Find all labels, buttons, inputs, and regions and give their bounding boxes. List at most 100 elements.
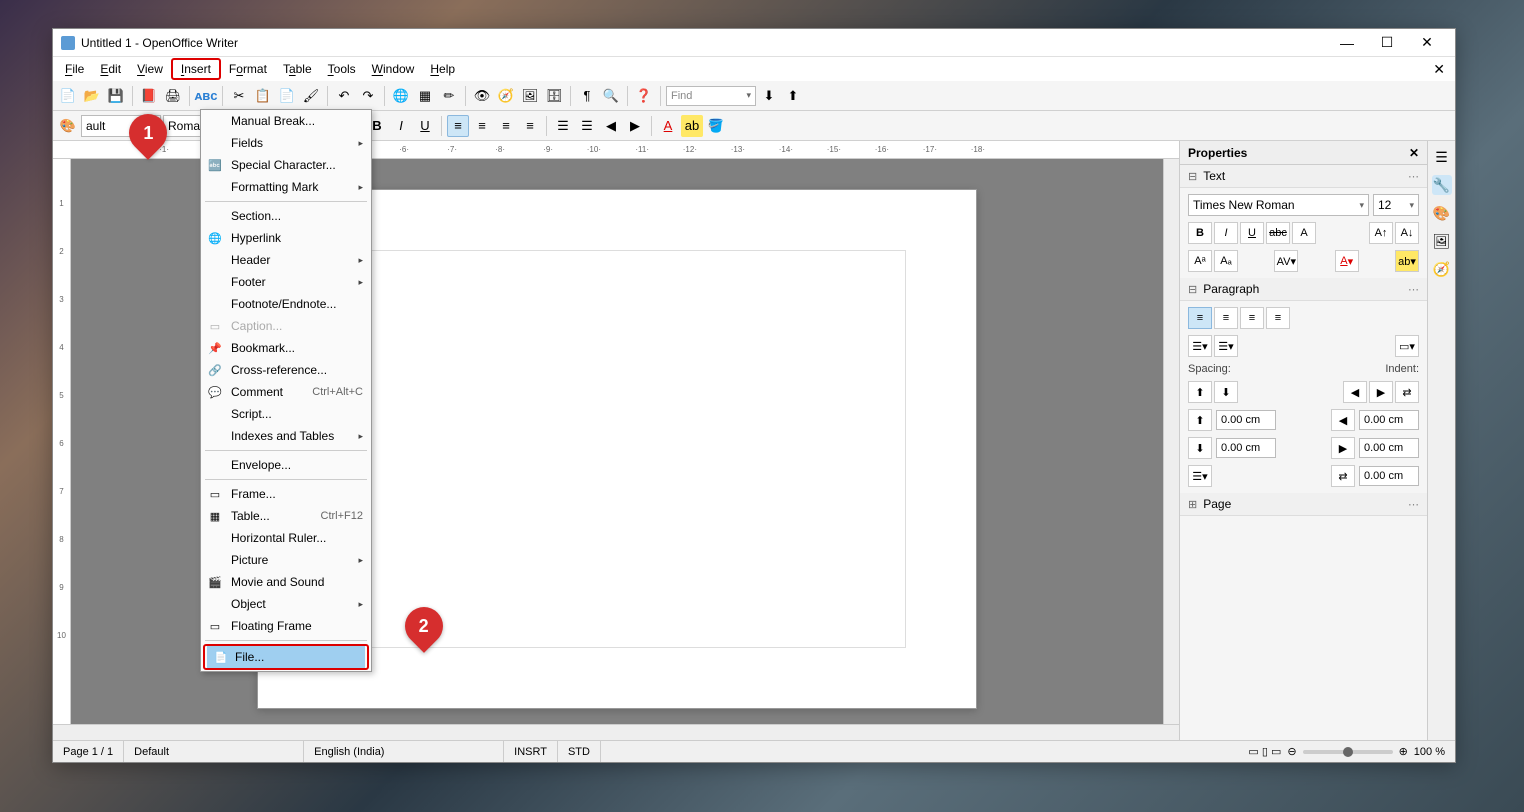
sidebar-align-center-button[interactable]: ≡ [1214,307,1238,329]
menu-footer[interactable]: Footer▸ [201,271,371,293]
menu-table[interactable]: Table [275,60,320,78]
numbered-list-button[interactable]: ☰ [552,115,574,137]
sidebar-bgcolor-button[interactable]: ▭▾ [1395,335,1419,357]
styles-tab-icon[interactable]: 🎨 [1432,203,1452,223]
find-next-button[interactable]: ⬇ [758,85,780,107]
menu-crossref[interactable]: 🔗Cross-reference... [201,359,371,381]
sidebar-font-name[interactable]: Times New Roman [1188,194,1369,216]
spacing-above-input[interactable] [1216,410,1276,430]
menu-floating-frame[interactable]: ▭Floating Frame [201,615,371,637]
menu-script[interactable]: Script... [201,403,371,425]
menu-footnote[interactable]: Footnote/Endnote... [201,293,371,315]
more-options-icon[interactable]: ⋯ [1408,498,1419,511]
nonprinting-button[interactable]: ¶ [576,85,598,107]
sidebar-superscript-button[interactable]: Aᵃ [1188,250,1212,272]
status-style[interactable]: Default [124,741,304,762]
spellcheck-button[interactable]: ᴀʙᴄ [195,85,217,107]
menu-table[interactable]: ▦Table...Ctrl+F12 [201,505,371,527]
indent-left-input[interactable] [1359,410,1419,430]
hyperlink-button[interactable]: 🌐 [390,85,412,107]
menu-view[interactable]: View [129,60,171,78]
line-spacing-button[interactable]: ☰▾ [1188,465,1212,487]
sidebar-numbers-button[interactable]: ☰▾ [1214,335,1238,357]
sidebar-highlight-button[interactable]: ab▾ [1395,250,1419,272]
menu-special-character[interactable]: 🔤Special Character... [201,154,371,176]
indent-hanging-button[interactable]: ⇄ [1395,381,1419,403]
navigator-tab-icon[interactable]: 🧭 [1432,259,1452,279]
menu-picture[interactable]: Picture▸ [201,549,371,571]
align-left-button[interactable]: ≡ [447,115,469,137]
menu-edit[interactable]: Edit [92,60,129,78]
close-document-button[interactable]: ✕ [1427,61,1451,78]
sidebar-align-justify-button[interactable]: ≡ [1266,307,1290,329]
menu-section[interactable]: Section... [201,205,371,227]
properties-tab-icon[interactable]: 🔧 [1432,175,1452,195]
minimize-button[interactable]: — [1327,31,1367,55]
status-language[interactable]: English (India) [304,741,504,762]
copy-button[interactable]: 📋 [252,85,274,107]
menu-bookmark[interactable]: 📌Bookmark... [201,337,371,359]
sidebar-shadow-button[interactable]: A [1292,222,1316,244]
find-prev-button[interactable]: ⬆ [782,85,804,107]
status-insert[interactable]: INSRT [504,741,558,762]
sidebar-charspacing-button[interactable]: AV▾ [1274,250,1298,272]
section-paragraph-header[interactable]: Paragraph ⋯ [1180,278,1427,301]
sidebar-align-right-button[interactable]: ≡ [1240,307,1264,329]
sidebar-font-size[interactable]: 12 [1373,194,1419,216]
sidebar-strike-button[interactable]: abc [1266,222,1290,244]
highlight-button[interactable]: ab [681,115,703,137]
sidebar-subscript-button[interactable]: Aₐ [1214,250,1238,272]
find-input[interactable]: Find [666,86,756,106]
horizontal-scrollbar[interactable] [53,724,1179,740]
align-center-button[interactable]: ≡ [471,115,493,137]
help-icon[interactable]: ❓ [633,85,655,107]
paste-button[interactable]: 📄 [276,85,298,107]
sidebar-bullets-button[interactable]: ☰▾ [1188,335,1212,357]
more-options-icon[interactable]: ⋯ [1408,170,1419,183]
text-area[interactable] [328,250,906,648]
status-selection[interactable]: STD [558,741,601,762]
sidebar-fontcolor-button[interactable]: A▾ [1335,250,1359,272]
zoom-percent[interactable]: 100 % [1414,746,1445,758]
view-layout-icons[interactable]: ▭ ▯ ▭ [1248,745,1281,758]
navigator-button[interactable]: 🧭 [495,85,517,107]
sidebar-italic-button[interactable]: I [1214,222,1238,244]
menu-envelope[interactable]: Envelope... [201,454,371,476]
drawing-button[interactable]: ✏ [438,85,460,107]
zoom-out-button[interactable]: ⊖ [1287,745,1296,758]
sidebar-bold-button[interactable]: B [1188,222,1212,244]
underline-button[interactable]: U [414,115,436,137]
indent-first-input[interactable] [1359,466,1419,486]
align-justify-button[interactable]: ≡ [519,115,541,137]
maximize-button[interactable]: ☐ [1367,31,1407,55]
align-right-button[interactable]: ≡ [495,115,517,137]
menu-header[interactable]: Header▸ [201,249,371,271]
menu-manual-break[interactable]: Manual Break... [201,110,371,132]
save-button[interactable]: 💾 [105,85,127,107]
spacing-decrease-button[interactable]: ⬇ [1214,381,1238,403]
close-button[interactable]: ✕ [1407,31,1447,55]
sidebar-align-left-button[interactable]: ≡ [1188,307,1212,329]
menu-object[interactable]: Object▸ [201,593,371,615]
indent-decrease-button[interactable]: ◀ [1343,381,1367,403]
font-color-button[interactable]: A [657,115,679,137]
sidebar-close-icon[interactable]: ✕ [1409,146,1419,160]
format-paintbrush-button[interactable]: 🖌 [300,85,322,107]
bullet-list-button[interactable]: ☰ [576,115,598,137]
vertical-ruler[interactable]: 12345678910 [53,159,71,724]
menu-hyperlink[interactable]: 🌐Hyperlink [201,227,371,249]
menu-movie-sound[interactable]: 🎬Movie and Sound [201,571,371,593]
find-replace-button[interactable]: 👁 [471,85,493,107]
print-button[interactable]: 🖨 [162,85,184,107]
undo-button[interactable]: ↶ [333,85,355,107]
decrease-indent-button[interactable]: ◀ [600,115,622,137]
menu-formatting-mark[interactable]: Formatting Mark▸ [201,176,371,198]
zoom-button[interactable]: 🔍 [600,85,622,107]
menu-file[interactable]: 📄File... [207,646,365,668]
sidebar-decrease-font-button[interactable]: A↓ [1395,222,1419,244]
table-button[interactable]: ▦ [414,85,436,107]
menu-format[interactable]: Format [221,60,275,78]
new-doc-button[interactable]: 📄 [57,85,79,107]
more-options-icon[interactable]: ⋯ [1408,283,1419,296]
menu-file[interactable]: File [57,60,92,78]
